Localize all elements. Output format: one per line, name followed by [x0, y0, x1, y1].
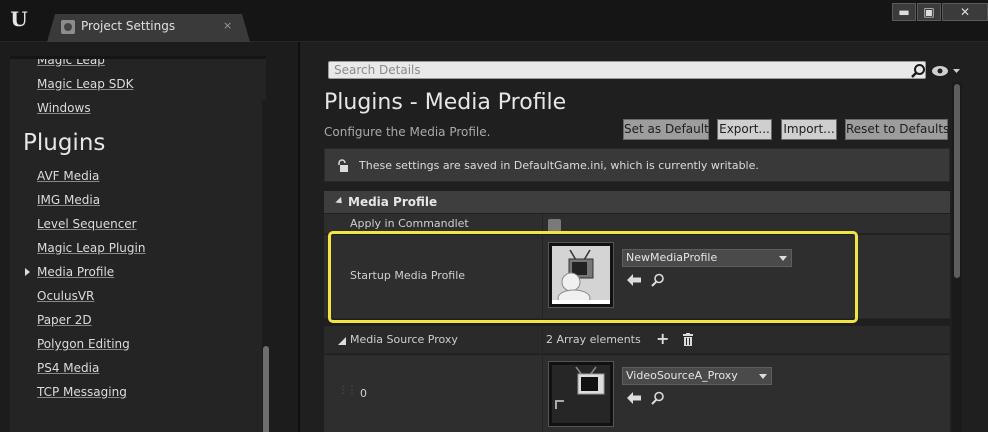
tab-project-settings[interactable]: Project Settings × [47, 14, 250, 42]
selected-arrow-icon [25, 268, 30, 276]
sidebar-item-polygon-editing[interactable]: Polygon Editing [37, 337, 130, 351]
sidebar-item-paper-2d[interactable]: Paper 2D [37, 313, 92, 327]
row-startup-media-profile: Startup Media Profile NewMediaProfile [324, 235, 950, 319]
set-as-default-button[interactable]: Set as Default [623, 119, 709, 140]
reset-to-defaults-button[interactable]: Reset to Defaults [845, 119, 949, 140]
startup-profile-dropdown[interactable]: NewMediaProfile [622, 249, 792, 267]
details-scrollbar-thumb[interactable] [954, 84, 960, 278]
media-source-proxy-label: Media Source Proxy [350, 333, 458, 346]
tv-icon [552, 246, 610, 307]
source-proxy-value: VideoSourceA_Proxy [626, 369, 738, 382]
minimize-button[interactable]: ▬ [892, 3, 916, 21]
notice-text: These settings are saved in DefaultGame.… [359, 159, 759, 172]
row-media-source-proxy: Media Source Proxy 2 Array elements + [324, 326, 950, 354]
settings-icon [61, 20, 75, 34]
sidebar-scrollbar-thumb[interactable] [263, 346, 269, 432]
row-divider [542, 214, 543, 233]
array-elements-count: 2 Array elements [546, 333, 641, 346]
sidebar-item-magic-leap[interactable]: Magic Leap [37, 59, 105, 67]
source-proxy-dropdown[interactable]: VideoSourceA_Proxy [622, 367, 772, 385]
page-subtitle: Configure the Media Profile. [324, 125, 491, 139]
export-button[interactable]: Export... [717, 119, 772, 140]
tab-label: Project Settings [81, 19, 176, 33]
unlock-icon [338, 159, 348, 172]
thumbnail-image [552, 365, 610, 423]
use-selected-arrow-icon[interactable] [626, 391, 642, 405]
thumbnail-image [552, 246, 610, 307]
chevron-down-icon [759, 374, 767, 379]
sidebar-item-media-profile[interactable]: Media Profile [37, 265, 114, 279]
row-divider [542, 235, 543, 318]
close-button[interactable]: ✕ [942, 3, 988, 21]
sidebar-item-ps4-media[interactable]: PS4 Media [37, 361, 99, 375]
unreal-logo-icon: U [10, 7, 28, 31]
tab-close-icon[interactable]: × [223, 19, 232, 32]
search-input[interactable]: Search Details [328, 61, 926, 79]
sidebar-item-avf-media[interactable]: AVF Media [37, 169, 99, 183]
startup-profile-label: Startup Media Profile [350, 269, 466, 282]
array-element-index: 0 [360, 387, 367, 400]
browse-search-icon[interactable] [650, 273, 666, 287]
window-controls: ▬ ▣ ✕ [892, 3, 988, 22]
page-title: Plugins - Media Profile [324, 90, 567, 115]
source-proxy-thumbnail[interactable] [548, 361, 614, 427]
settings-sidebar: Magic Leap Magic Leap SDK Windows Plugin… [0, 42, 298, 432]
sidebar-item-windows[interactable]: Windows [37, 101, 91, 115]
sidebar-item-magic-leap-plugin[interactable]: Magic Leap Plugin [37, 241, 145, 255]
chevron-down-icon [779, 256, 787, 261]
maximize-button[interactable]: ▣ [917, 3, 941, 21]
category-media-profile[interactable]: Media Profile [324, 191, 950, 213]
browse-search-icon[interactable] [650, 391, 666, 405]
search-icon[interactable] [910, 63, 926, 79]
config-notice: These settings are saved in DefaultGame.… [324, 148, 950, 182]
add-element-icon[interactable]: + [656, 329, 669, 348]
drag-handle-icon[interactable]: ⋮⋮ [338, 385, 357, 396]
category-label: Media Profile [348, 195, 438, 209]
sidebar-section-plugins: Plugins [23, 130, 106, 156]
apply-commandlet-label: Apply in Commandlet [350, 217, 469, 230]
sidebar-item-oculusvr[interactable]: OculusVR [37, 289, 94, 303]
sidebar-item-tcp-messaging[interactable]: TCP Messaging [37, 385, 127, 399]
details-panel: Search Details Plugins - Media Profile C… [300, 42, 988, 432]
startup-profile-value: NewMediaProfile [626, 251, 718, 264]
trash-icon[interactable] [682, 333, 694, 346]
apply-commandlet-checkbox[interactable] [548, 219, 561, 232]
import-button[interactable]: Import... [781, 119, 837, 140]
sidebar-item-level-sequencer[interactable]: Level Sequencer [37, 217, 137, 231]
row-divider [542, 355, 543, 432]
title-bar: U Project Settings × ▬ ▣ ✕ [0, 0, 988, 42]
collapse-arrow-icon [335, 196, 345, 207]
sidebar-item-img-media[interactable]: IMG Media [37, 193, 100, 207]
media-profile-thumbnail[interactable] [548, 242, 614, 308]
view-options-eye-icon[interactable] [931, 64, 961, 78]
row-apply-in-commandlet: Apply in Commandlet [324, 214, 950, 234]
row-array-element-0: ⋮⋮ 0 VideoSourceA_Proxy [324, 355, 950, 432]
use-selected-arrow-icon[interactable] [626, 273, 642, 287]
sidebar-item-magic-leap-sdk[interactable]: Magic Leap SDK [37, 77, 133, 91]
row-divider [542, 326, 543, 353]
tv-icon [552, 365, 610, 423]
collapse-arrow-icon[interactable] [338, 337, 346, 345]
sidebar-list: Magic Leap Magic Leap SDK Windows Plugin… [10, 56, 266, 432]
